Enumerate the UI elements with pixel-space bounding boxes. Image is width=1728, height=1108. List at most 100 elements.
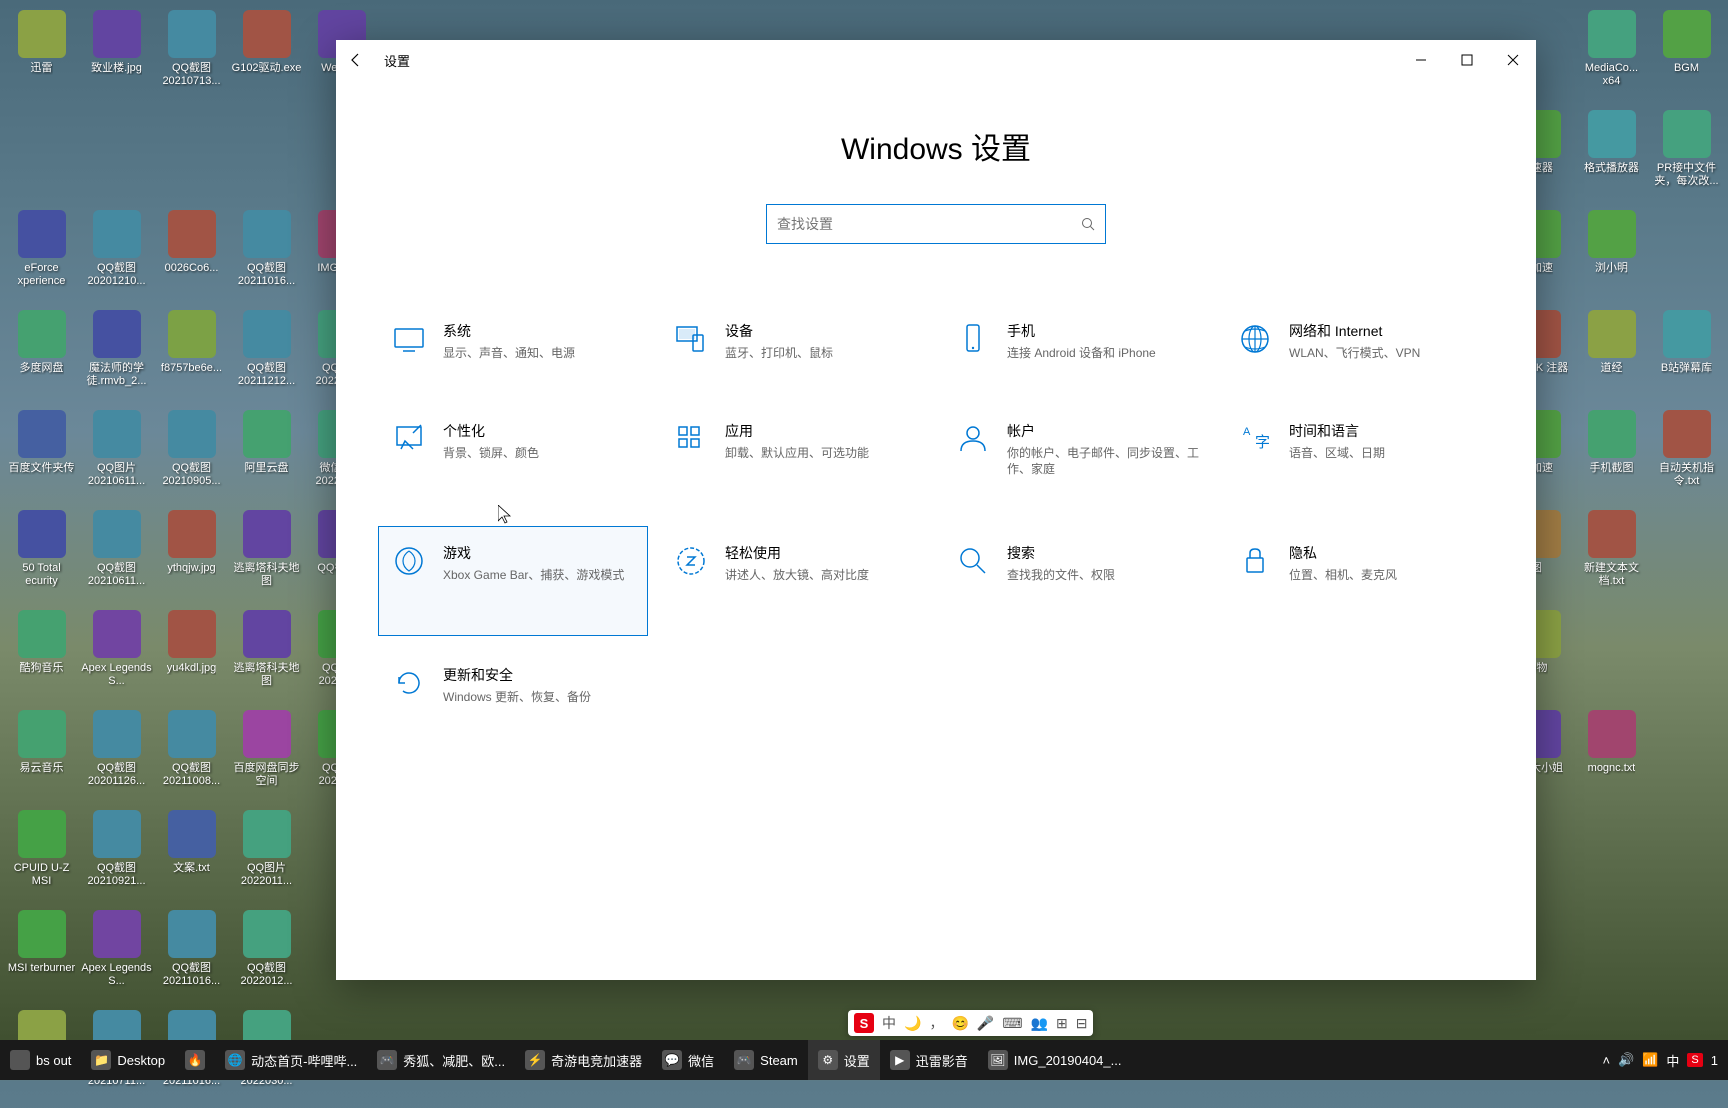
settings-tile-gaming[interactable]: 游戏 Xbox Game Bar、捕获、游戏模式: [378, 526, 648, 636]
desktop-icon[interactable]: QQ截图20211016...: [229, 204, 304, 304]
taskbar-app-icon: 🖼: [988, 1050, 1008, 1070]
desktop-icon[interactable]: MediaCo... x64: [1574, 4, 1649, 104]
desktop-icon[interactable]: 格式播放器: [1574, 104, 1649, 204]
desktop-icon[interactable]: QQ截图20211016...: [154, 904, 229, 1004]
desktop-icon[interactable]: QQ截图20210905...: [154, 404, 229, 504]
taskbar-label: Desktop: [117, 1053, 165, 1068]
desktop-icon[interactable]: B站弹幕库: [1649, 304, 1724, 404]
taskbar-item[interactable]: bs out: [0, 1040, 81, 1080]
desktop-icon[interactable]: yu4kdl.jpg: [154, 604, 229, 704]
desktop-icon[interactable]: QQ截图20210713...: [154, 4, 229, 104]
icon-label: Apex Legends S...: [81, 962, 153, 988]
settings-tile-devices[interactable]: 设备 蓝牙、打印机、鼠标: [660, 304, 930, 392]
tray-ime-icon[interactable]: 中: [1666, 1051, 1679, 1070]
taskbar-item[interactable]: 🖼IMG_20190404_...: [978, 1040, 1132, 1080]
desktop-icon[interactable]: QQ截图20211008...: [154, 704, 229, 804]
taskbar-item[interactable]: ⚡奇游电竞加速器: [515, 1040, 652, 1080]
desktop-icon[interactable]: 新建文本文档.txt: [1574, 504, 1649, 604]
settings-tile-search[interactable]: 搜索 查找我的文件、权限: [942, 526, 1212, 636]
settings-tile-ease[interactable]: 轻松使用 讲述人、放大镜、高对比度: [660, 526, 930, 636]
settings-tile-accounts[interactable]: 帐户 你的帐户、电子邮件、同步设置、工作、家庭: [942, 404, 1212, 514]
desktop-icon[interactable]: 百度文件夹传: [4, 404, 79, 504]
desktop-icon[interactable]: G102驱动.exe: [229, 4, 304, 104]
desktop-icon[interactable]: Apex Legends S...: [79, 904, 154, 1004]
ime-icon[interactable]: 🌙: [904, 1015, 921, 1032]
tray-sogou-icon[interactable]: S: [1687, 1053, 1702, 1067]
desktop-icon[interactable]: 逃离塔科夫地图: [229, 604, 304, 704]
desktop-icon[interactable]: 百度网盘同步空间: [229, 704, 304, 804]
desktop-icon[interactable]: BGM: [1649, 4, 1724, 104]
desktop-icon[interactable]: QQ截图20210921...: [79, 804, 154, 904]
desktop-icon[interactable]: 浏小明: [1574, 204, 1649, 304]
tray-volume-icon[interactable]: 🔊: [1618, 1052, 1634, 1068]
ime-logo-icon[interactable]: S: [854, 1013, 874, 1033]
taskbar-item[interactable]: 📁Desktop: [81, 1040, 175, 1080]
settings-tile-personalize[interactable]: 个性化 背景、锁屏、颜色: [378, 404, 648, 514]
desktop-icon[interactable]: 50 Total ecurity: [4, 504, 79, 604]
minimize-button[interactable]: [1398, 40, 1444, 80]
close-button[interactable]: [1490, 40, 1536, 80]
search-box[interactable]: [766, 204, 1106, 244]
desktop-icon[interactable]: 自动关机指令.txt: [1649, 404, 1724, 504]
desktop-icon[interactable]: 文案.txt: [154, 804, 229, 904]
ime-mode[interactable]: 中: [882, 1013, 896, 1033]
file-icon: [93, 410, 141, 458]
taskbar-item[interactable]: ▶迅雷影音: [880, 1040, 978, 1080]
desktop-icon[interactable]: MSI terburner: [4, 904, 79, 1004]
desktop-icon[interactable]: f8757be6e...: [154, 304, 229, 404]
desktop-icon[interactable]: Apex Legends S...: [79, 604, 154, 704]
tray-network-icon[interactable]: 📶: [1642, 1052, 1658, 1068]
desktop-icon[interactable]: 酷狗音乐: [4, 604, 79, 704]
desktop-icon[interactable]: QQ截图20211212...: [229, 304, 304, 404]
desktop-icon[interactable]: 手机截图: [1574, 404, 1649, 504]
desktop-icon[interactable]: 魔法师的学徒.rmvb_2...: [79, 304, 154, 404]
desktop-icon[interactable]: 多度网盘: [4, 304, 79, 404]
taskbar-item[interactable]: 🌐动态首页-哔哩哔...: [215, 1040, 367, 1080]
search-input[interactable]: [777, 216, 1081, 232]
ime-toolbar[interactable]: S 中 🌙 ， 😊 🎤 ⌨ 👥 ⊞ ⊟: [848, 1010, 1093, 1036]
taskbar-item[interactable]: 🎮Steam: [724, 1040, 808, 1080]
settings-tile-system[interactable]: 系统 显示、声音、通知、电源: [378, 304, 648, 392]
desktop-icon[interactable]: 道经: [1574, 304, 1649, 404]
desktop-icon[interactable]: 逃离塔科夫地图: [229, 504, 304, 604]
desktop-icon[interactable]: mognc.txt: [1574, 704, 1649, 804]
settings-tile-time[interactable]: A字 时间和语言 语音、区域、日期: [1224, 404, 1494, 514]
desktop-icon[interactable]: 阿里云盘: [229, 404, 304, 504]
settings-tile-privacy[interactable]: 隐私 位置、相机、麦克风: [1224, 526, 1494, 636]
tile-desc: 蓝牙、打印机、鼠标: [725, 345, 917, 361]
desktop-icon[interactable]: QQ图片20210611...: [79, 404, 154, 504]
settings-tile-phone[interactable]: 手机 连接 Android 设备和 iPhone: [942, 304, 1212, 392]
tray-expand-icon[interactable]: ˄: [1602, 1053, 1610, 1068]
taskbar-item[interactable]: 🔥: [175, 1040, 215, 1080]
tray-clock[interactable]: 1: [1711, 1053, 1718, 1068]
desktop-icon[interactable]: QQ截图20210611...: [79, 504, 154, 604]
taskbar-item[interactable]: 💬微信: [652, 1040, 724, 1080]
desktop-icon[interactable]: QQ截图20201210...: [79, 204, 154, 304]
settings-tile-network[interactable]: 网络和 Internet WLAN、飞行模式、VPN: [1224, 304, 1494, 392]
ime-icon[interactable]: 🎤: [977, 1015, 994, 1032]
desktop-icon[interactable]: PR接中文件夹，每次改...: [1649, 104, 1724, 204]
desktop-icon[interactable]: QQ图片2022011...: [229, 804, 304, 904]
desktop-icon[interactable]: 迅雷: [4, 4, 79, 104]
settings-tile-update[interactable]: 更新和安全 Windows 更新、恢复、备份: [378, 648, 648, 736]
desktop-icon[interactable]: 致业楼.jpg: [79, 4, 154, 104]
ime-icon[interactable]: 😊: [951, 1015, 968, 1032]
ime-icon[interactable]: ⌨: [1002, 1015, 1022, 1032]
file-icon: [93, 610, 141, 658]
ime-icon[interactable]: ⊟: [1076, 1015, 1088, 1032]
desktop-icon[interactable]: QQ截图2022012...: [229, 904, 304, 1004]
desktop-icon[interactable]: ythqjw.jpg: [154, 504, 229, 604]
desktop-icon[interactable]: CPUID U-Z MSI: [4, 804, 79, 904]
back-button[interactable]: [336, 40, 376, 80]
ime-icon[interactable]: 👥: [1031, 1015, 1048, 1032]
ime-icon[interactable]: ⊞: [1056, 1015, 1068, 1032]
maximize-button[interactable]: [1444, 40, 1490, 80]
ime-icon[interactable]: ，: [929, 1013, 943, 1033]
desktop-icon[interactable]: 易云音乐: [4, 704, 79, 804]
desktop-icon[interactable]: 0026Co6...: [154, 204, 229, 304]
taskbar-item[interactable]: 🎮秀狐、减肥、欧...: [367, 1040, 515, 1080]
desktop-icon[interactable]: QQ截图20201126...: [79, 704, 154, 804]
taskbar-item[interactable]: ⚙设置: [808, 1040, 880, 1080]
desktop-icon[interactable]: eForce xperience: [4, 204, 79, 304]
settings-tile-apps[interactable]: 应用 卸载、默认应用、可选功能: [660, 404, 930, 514]
